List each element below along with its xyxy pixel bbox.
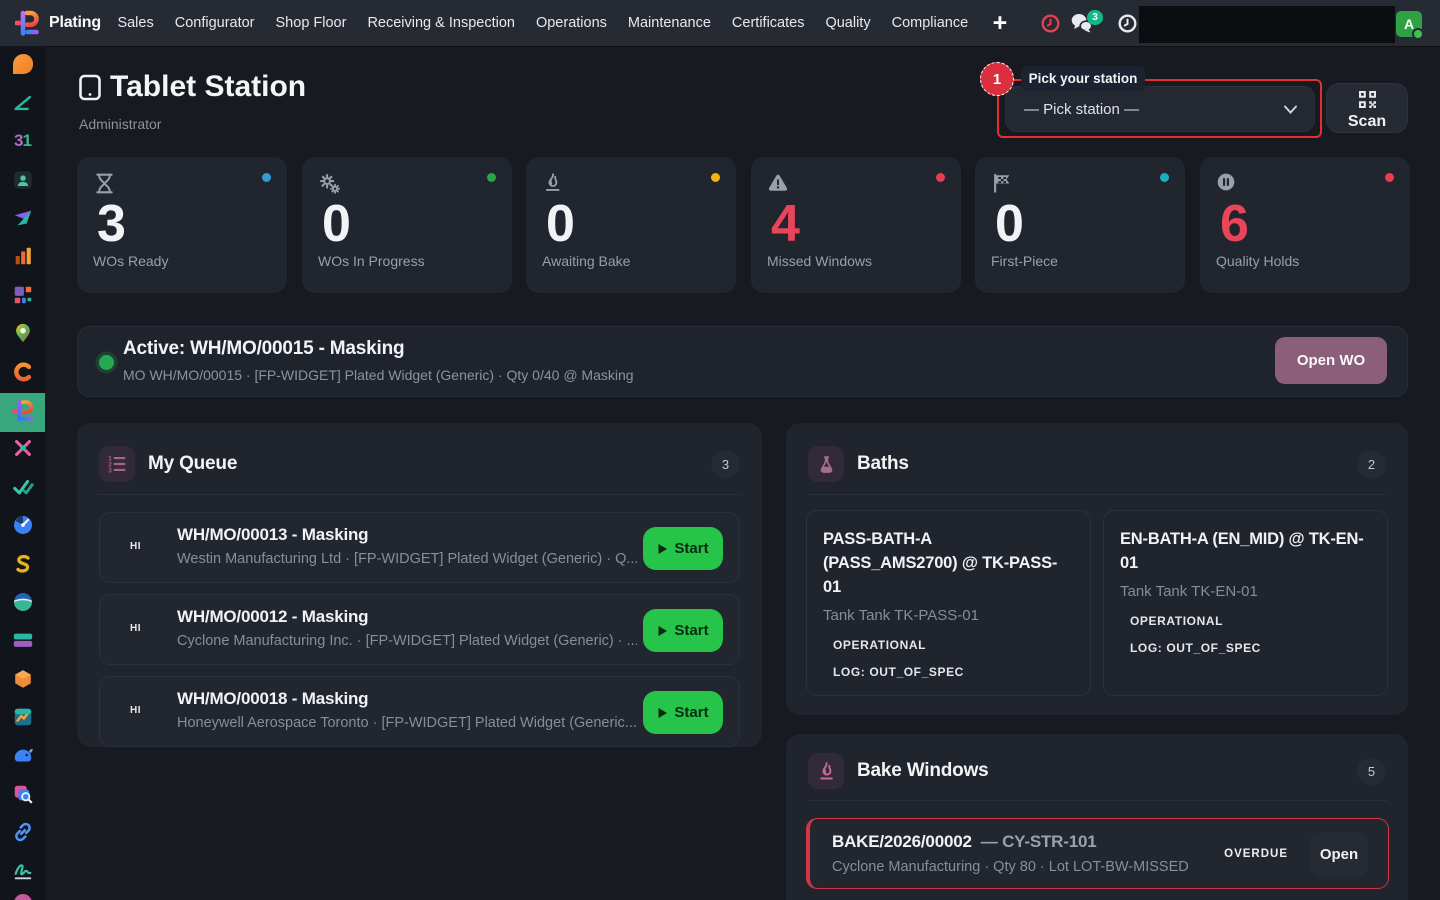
svg-text:3: 3 (108, 468, 112, 475)
